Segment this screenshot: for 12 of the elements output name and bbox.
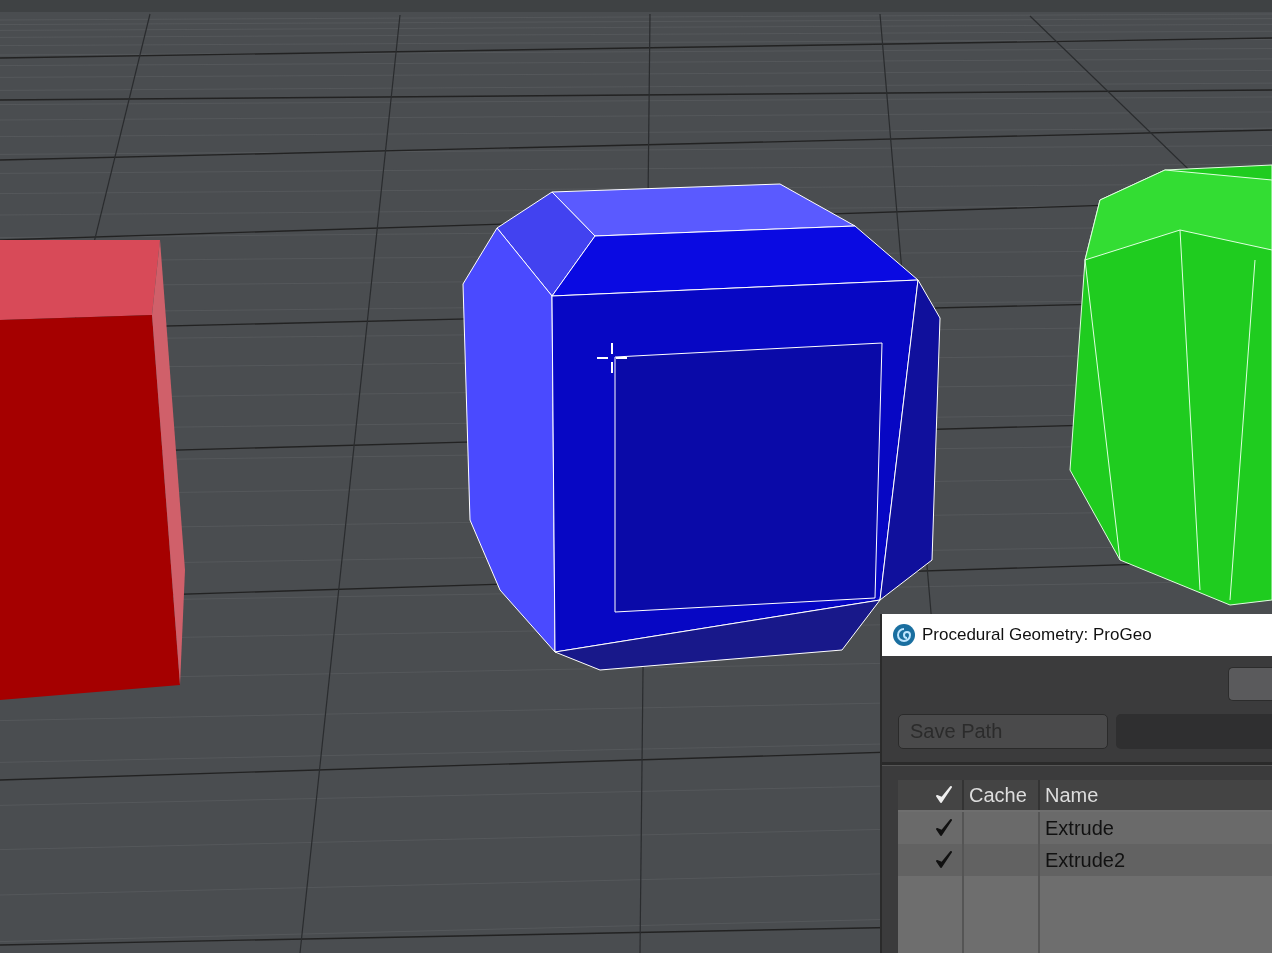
crosshair-cursor-icon — [596, 342, 628, 374]
app-logo-icon — [892, 623, 916, 647]
table-cell[interactable] — [898, 812, 964, 844]
dialog-title: Procedural Geometry: ProGeo — [922, 625, 1152, 645]
table-cell: Extrude2 — [1040, 844, 1272, 876]
table-cell: Extrude — [1040, 812, 1272, 844]
table-cell[interactable] — [898, 844, 964, 876]
column-header[interactable]: Name — [1040, 780, 1272, 810]
column-header[interactable]: Cache — [964, 780, 1040, 810]
toolbar-button[interactable] — [1228, 667, 1272, 701]
check-icon — [936, 786, 952, 804]
column-header[interactable] — [898, 780, 964, 810]
